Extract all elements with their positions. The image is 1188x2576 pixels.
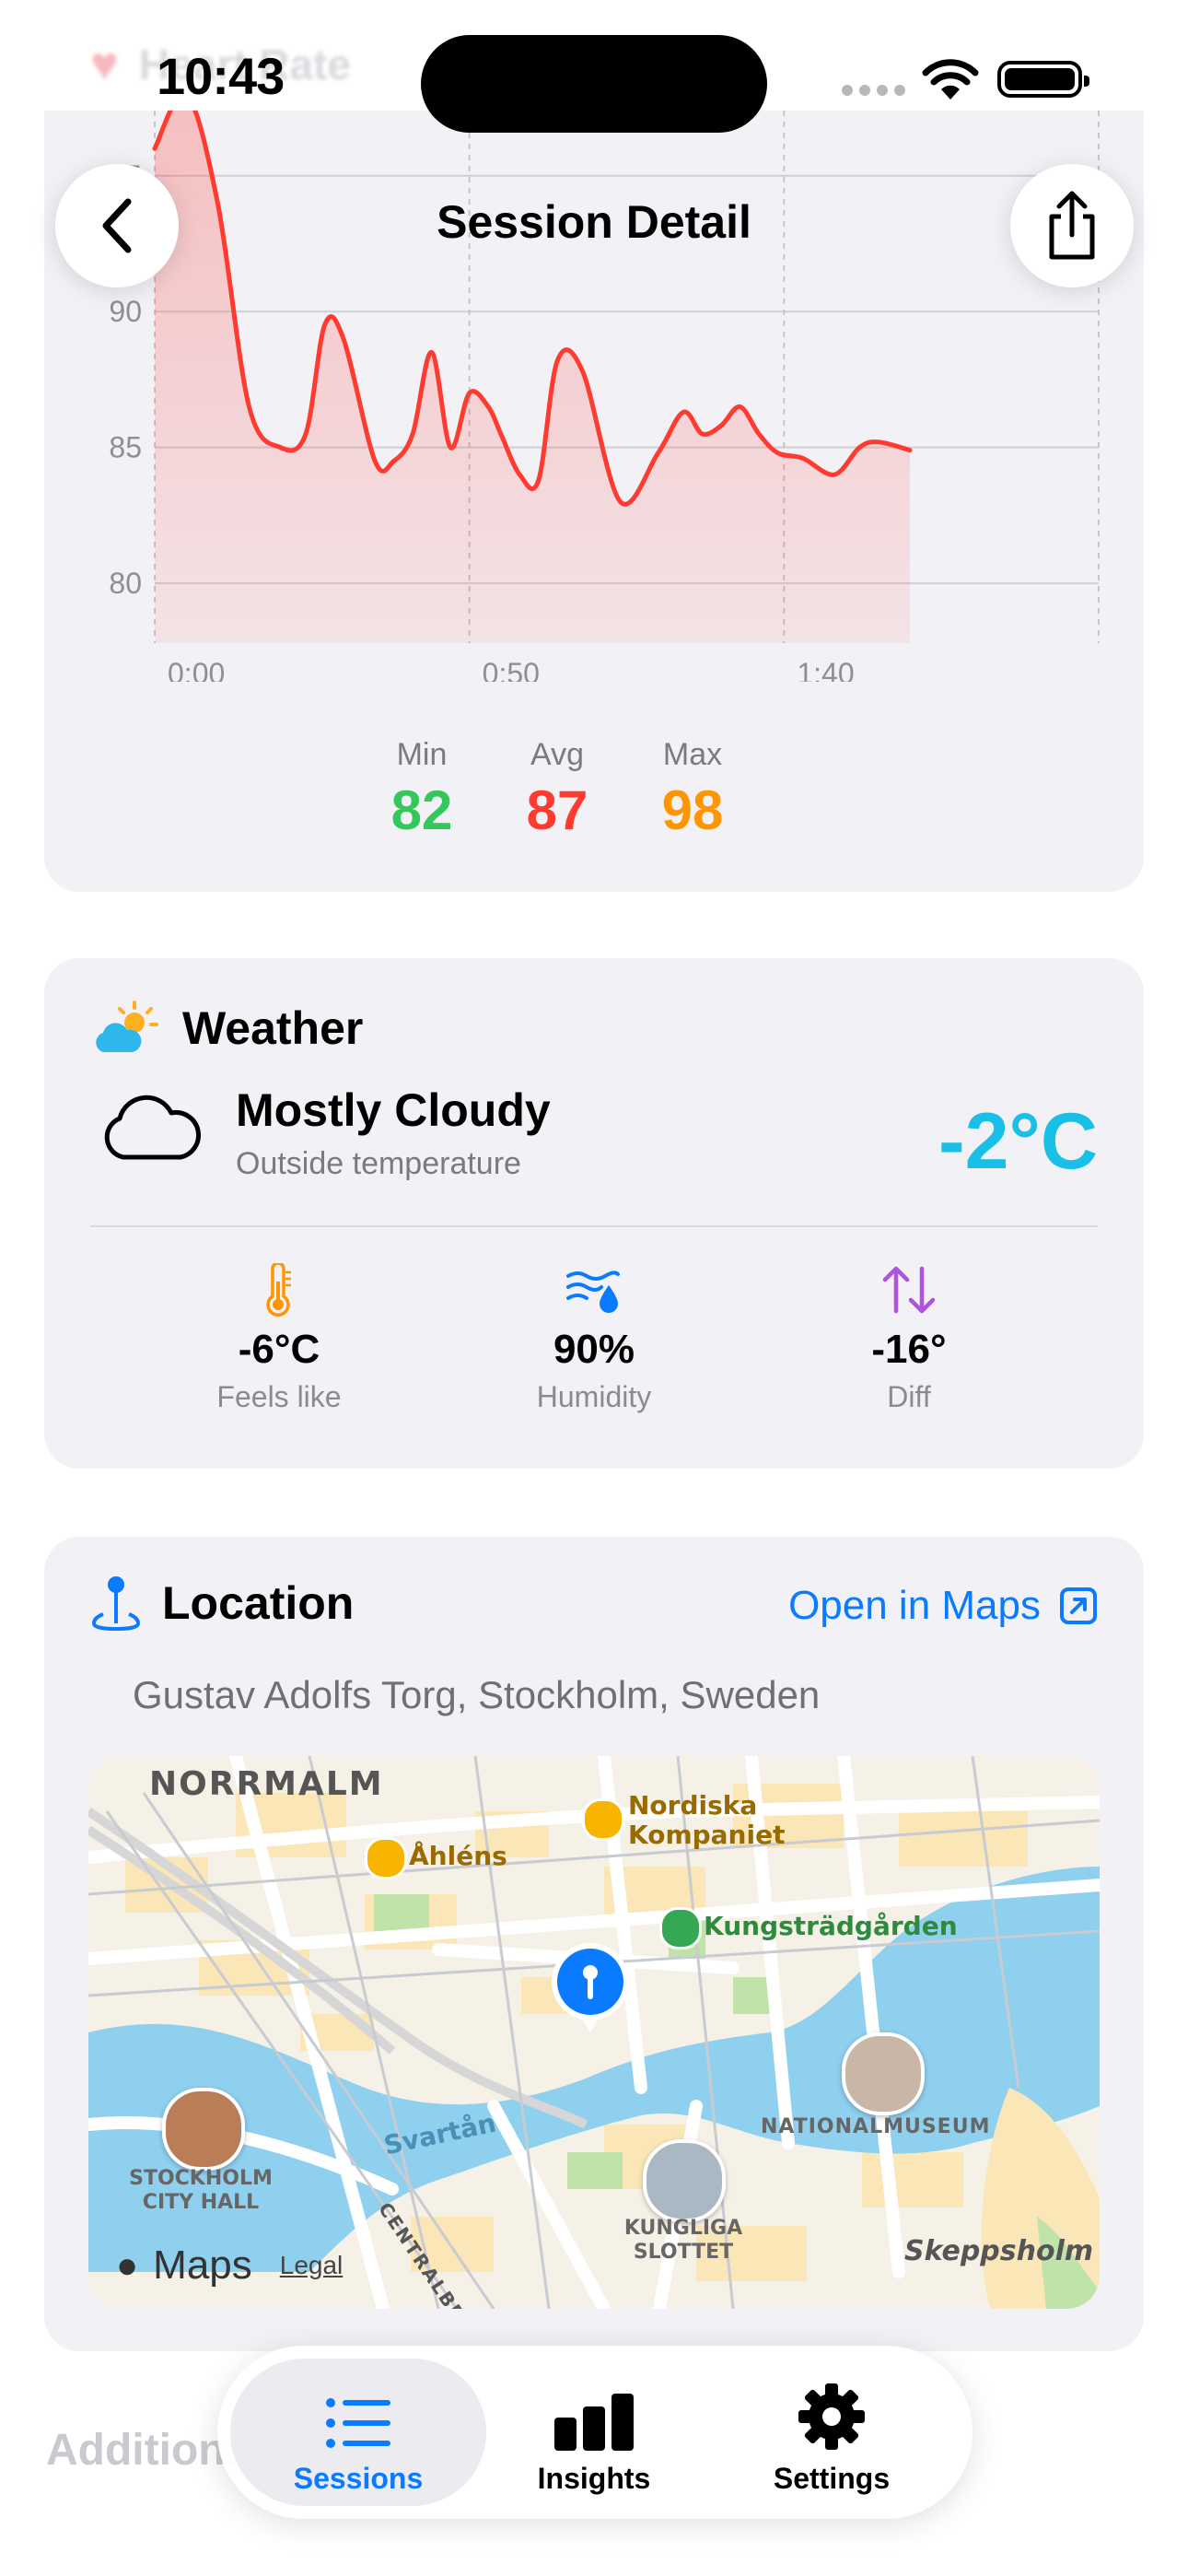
open-in-maps-label: Open in Maps: [788, 1583, 1041, 1628]
stat-min: Min 82: [344, 737, 500, 842]
stat-max-label: Max: [662, 737, 723, 772]
feels-like-label: Feels like: [216, 1380, 342, 1413]
bar-chart-icon: [554, 2394, 634, 2451]
tab-sessions-label: Sessions: [293, 2462, 424, 2495]
chart-area-fill: [155, 111, 910, 643]
diff-label: Diff: [887, 1380, 931, 1413]
map-label-norrmalm: NORRMALM: [149, 1765, 384, 1803]
map-label-nationalmuseum: NATIONALMUSEUM: [761, 2115, 991, 2138]
diff-stat: -16° Diff: [789, 1262, 1029, 1414]
map-label-city-hall: STOCKHOLM CITY HALL: [127, 2167, 274, 2215]
map-label-nordiska-line2: Kompaniet: [628, 1820, 786, 1850]
stat-avg-value: 87: [526, 779, 588, 841]
stat-avg: Avg 87: [479, 737, 635, 842]
tree-icon: [659, 1907, 702, 1950]
battery-icon: [997, 61, 1089, 98]
chart-y-tick-label: 85: [109, 431, 142, 464]
feels-like-value: -6°C: [238, 1327, 320, 1372]
dynamic-island: [421, 35, 767, 133]
map-label-skeppsholmen: Skeppsholm: [904, 2235, 1094, 2267]
cloud-sun-icon: [96, 1001, 158, 1052]
outside-temperature: -2°C: [938, 1097, 1098, 1186]
humidity-stat: 90% Humidity: [474, 1262, 714, 1414]
map-label-kungstradgarden: Kungsträdgården: [704, 1911, 958, 1941]
city-hall-landmark-icon: [162, 2088, 245, 2171]
share-button[interactable]: [1010, 164, 1134, 287]
open-in-maps-link[interactable]: Open in Maps: [788, 1583, 1098, 1629]
weather-header: Weather: [90, 1001, 363, 1056]
royal-palace-landmark-icon: [643, 2139, 726, 2222]
divider: [90, 1225, 1098, 1227]
tab-settings[interactable]: Settings: [704, 2359, 960, 2506]
humidity-value: 90%: [553, 1327, 635, 1372]
tab-insights-label: Insights: [537, 2462, 651, 2495]
map-view[interactable]: NORRMALM Nordiska Kompaniet Åhléns Kungs…: [88, 1756, 1100, 2309]
chart-x-tick-label: 1:40: [797, 657, 854, 682]
condition-subtitle: Outside temperature: [236, 1146, 521, 1181]
chart-y-tick-label: 80: [109, 567, 142, 600]
map-label-slottet-line2: SLOTTET: [633, 2241, 734, 2264]
status-bar: 10:43: [0, 0, 1188, 138]
chart-x-tick-label: 0:50: [483, 657, 540, 682]
chart-x-tick-label: 0:00: [168, 657, 225, 682]
stat-min-value: 82: [390, 779, 453, 841]
location-title: Location: [162, 1577, 355, 1629]
humidity-label: Humidity: [536, 1380, 652, 1413]
arrows-up-down-icon: [882, 1266, 936, 1314]
external-link-icon: [1060, 1587, 1097, 1624]
stat-max-value: 98: [661, 779, 724, 841]
chart-y-tick-label: 90: [109, 295, 142, 328]
feels-like-stat: -6°C Feels like: [159, 1262, 399, 1414]
shopping-bag-icon: [365, 1837, 407, 1879]
shopping-bag-icon: [582, 1798, 624, 1841]
weather-card: Weather Mostly Cloudy Outside temperatur…: [44, 958, 1144, 1469]
nationalmuseum-landmark-icon: [842, 2032, 925, 2115]
stat-avg-label: Avg: [530, 737, 584, 772]
map-label-slottet-line1: KUNGLIGA: [623, 2217, 743, 2240]
map-label-nordiska-kompaniet: Nordiska Kompaniet: [628, 1791, 785, 1850]
legal-link[interactable]: Legal: [280, 2251, 344, 2280]
list-icon: [326, 2398, 390, 2448]
map-label-city-hall-line2: CITY HALL: [142, 2191, 260, 2214]
thermometer-icon: [266, 1263, 291, 1317]
location-pin-icon: [91, 1576, 141, 1632]
condition-text: Mostly Cloudy: [236, 1084, 551, 1136]
location-header: Location: [90, 1574, 354, 1633]
maps-attribution: ● Maps Legal: [116, 2242, 343, 2289]
map-label-nordiska-line1: Nordiska: [628, 1790, 758, 1821]
cellular-signal-icon: [842, 85, 905, 96]
weather-condition: Mostly Cloudy Outside temperature: [98, 1083, 551, 1182]
tab-insights[interactable]: Insights: [466, 2359, 722, 2506]
humidity-icon: [566, 1270, 620, 1313]
share-icon: [1049, 191, 1095, 260]
cloud-icon: [104, 1095, 201, 1160]
status-time: 10:43: [157, 47, 285, 105]
location-card: Location Open in Maps Gustav Adolfs Torg…: [44, 1537, 1144, 2351]
weather-title: Weather: [182, 1002, 364, 1054]
map-label-slottet: KUNGLIGA SLOTTET: [610, 2217, 757, 2265]
tab-settings-label: Settings: [773, 2462, 891, 2495]
map-label-city-hall-line1: STOCKHOLM: [129, 2167, 273, 2190]
gear-icon: [798, 2383, 865, 2450]
wifi-icon: [922, 59, 979, 100]
stat-max: Max 98: [614, 737, 771, 842]
stat-min-label: Min: [396, 737, 448, 772]
tab-sessions[interactable]: Sessions: [230, 2359, 486, 2506]
location-marker-icon: [552, 1943, 629, 2032]
tab-bar: Sessions Insights Settings: [217, 2346, 973, 2519]
map-label-ahlens: Åhléns: [409, 1841, 507, 1871]
maps-brand: Maps: [153, 2242, 252, 2288]
apple-logo-icon: ●: [116, 2244, 139, 2286]
address-text: Gustav Adolfs Torg, Stockholm, Sweden: [133, 1673, 821, 1716]
diff-value: -16°: [871, 1327, 947, 1372]
